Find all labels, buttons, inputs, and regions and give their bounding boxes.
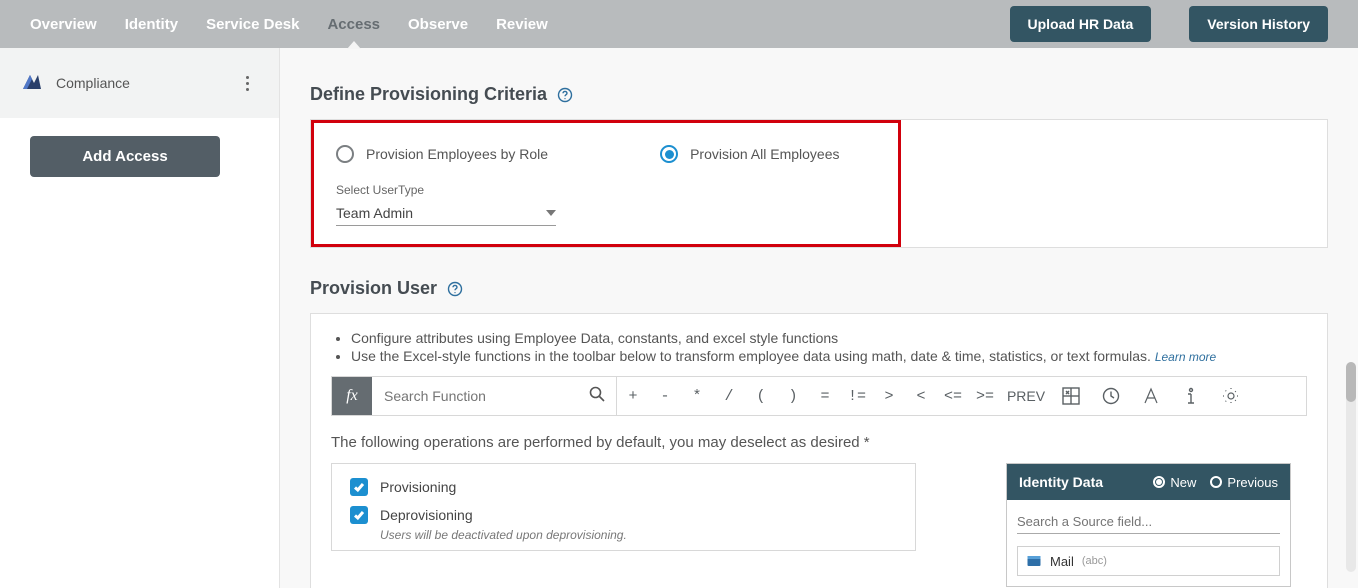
function-search[interactable] [372, 377, 617, 415]
tab-access[interactable]: Access [327, 0, 380, 48]
op-mul[interactable]: * [681, 377, 713, 415]
operations-box: Provisioning Deprovisioning Users will b… [331, 463, 916, 551]
radio-label: Previous [1227, 475, 1278, 490]
radio-provision-by-role[interactable]: Provision Employees by Role [336, 145, 548, 163]
text-a-icon[interactable] [1131, 377, 1171, 415]
usertype-label: Select UserType [336, 183, 876, 197]
fx-icon[interactable]: fx [332, 377, 372, 415]
deprovisioning-note: Users will be deactivated upon deprovisi… [380, 528, 897, 542]
radio-icon [336, 145, 354, 163]
criteria-highlight: Provision Employees by Role Provision Al… [311, 120, 901, 247]
checkbox-icon [350, 478, 368, 496]
identity-item-name: Mail [1050, 554, 1074, 569]
gear-icon[interactable] [1211, 377, 1251, 415]
op-gte[interactable]: >= [969, 377, 1001, 415]
op-minus[interactable]: - [649, 377, 681, 415]
mail-icon [1026, 553, 1042, 569]
tab-review[interactable]: Review [496, 0, 548, 48]
sidebar: Compliance Add Access [0, 48, 280, 588]
radio-label: New [1170, 475, 1196, 490]
checkbox-icon [350, 506, 368, 524]
main-content: Define Provisioning Criteria Provision E… [280, 48, 1358, 588]
version-history-button[interactable]: Version History [1189, 6, 1328, 42]
help-icon[interactable] [557, 87, 573, 103]
usertype-dropdown[interactable]: Team Admin [336, 201, 556, 226]
chevron-down-icon [546, 210, 556, 216]
radio-icon [660, 145, 678, 163]
provision-heading-text: Provision User [310, 278, 437, 299]
more-menu-icon[interactable] [235, 71, 259, 95]
op-eq[interactable]: = [809, 377, 841, 415]
op-lparen[interactable]: ( [745, 377, 777, 415]
search-icon [588, 385, 606, 408]
tab-overview[interactable]: Overview [30, 0, 97, 48]
identity-data-panel: Identity Data New Previous [1006, 463, 1291, 587]
identity-item-mail[interactable]: Mail (abc) [1017, 546, 1280, 576]
top-nav: Overview Identity Service Desk Access Ob… [0, 0, 1358, 48]
criteria-heading: Define Provisioning Criteria [310, 84, 1328, 105]
provision-box: Configure attributes using Employee Data… [310, 313, 1328, 588]
identity-header-title: Identity Data [1019, 474, 1139, 490]
learn-more-link[interactable]: Learn more [1155, 350, 1216, 364]
info-icon[interactable] [1171, 377, 1211, 415]
identity-radio-previous[interactable]: Previous [1210, 475, 1278, 490]
op-lte[interactable]: <= [937, 377, 969, 415]
op-plus[interactable]: + [617, 377, 649, 415]
op-lt[interactable]: < [905, 377, 937, 415]
checkbox-label: Provisioning [380, 479, 456, 495]
radio-label: Provision All Employees [690, 146, 839, 162]
radio-icon [1210, 476, 1222, 488]
vertical-scrollbar[interactable] [1346, 362, 1356, 572]
bullet-item: Use the Excel-style functions in the too… [351, 348, 1307, 364]
radio-label: Provision Employees by Role [366, 146, 548, 162]
identity-search-input[interactable] [1017, 510, 1280, 534]
criteria-box: Provision Employees by Role Provision Al… [310, 119, 1328, 248]
checkbox-deprovisioning[interactable]: Deprovisioning [350, 506, 897, 524]
provision-heading: Provision User [310, 278, 1328, 299]
op-div[interactable]: / [713, 377, 745, 415]
grid-icon[interactable] [1051, 377, 1091, 415]
identity-header: Identity Data New Previous [1007, 464, 1290, 500]
criteria-heading-text: Define Provisioning Criteria [310, 84, 547, 105]
operations-text: The following operations are performed b… [331, 434, 1307, 451]
app-logo-icon [20, 71, 44, 95]
function-toolbar: fx + - * / ( ) = != > < <= >= PR [331, 376, 1307, 416]
usertype-value: Team Admin [336, 205, 413, 221]
upload-hr-data-button[interactable]: Upload HR Data [1010, 6, 1152, 42]
bullet-item: Configure attributes using Employee Data… [351, 330, 1307, 346]
checkbox-label: Deprovisioning [380, 507, 473, 523]
sidebar-header: Compliance [0, 48, 279, 118]
function-search-input[interactable] [382, 387, 588, 405]
op-neq[interactable]: != [841, 377, 873, 415]
provision-bullets: Configure attributes using Employee Data… [331, 330, 1307, 364]
checkbox-provisioning[interactable]: Provisioning [350, 478, 897, 496]
radio-icon [1153, 476, 1165, 488]
sidebar-title: Compliance [56, 75, 223, 91]
add-access-button[interactable]: Add Access [30, 136, 220, 177]
op-prev[interactable]: PREV [1001, 377, 1051, 415]
tab-observe[interactable]: Observe [408, 0, 468, 48]
identity-radio-new[interactable]: New [1153, 475, 1196, 490]
tab-service-desk[interactable]: Service Desk [206, 0, 299, 48]
identity-item-type: (abc) [1082, 555, 1107, 567]
op-gt[interactable]: > [873, 377, 905, 415]
clock-icon[interactable] [1091, 377, 1131, 415]
op-rparen[interactable]: ) [777, 377, 809, 415]
tab-identity[interactable]: Identity [125, 0, 178, 48]
radio-provision-all[interactable]: Provision All Employees [660, 145, 839, 163]
help-icon[interactable] [447, 281, 463, 297]
